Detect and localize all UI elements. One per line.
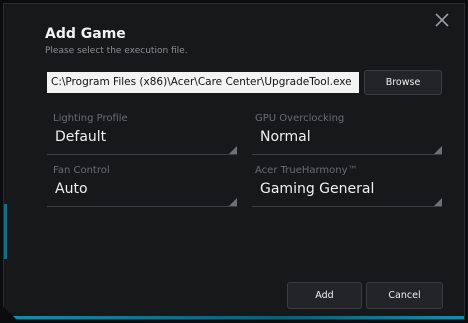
- lighting-profile-dropdown[interactable]: Default: [47, 127, 237, 155]
- gpu-overclocking-label: GPU Overclocking: [255, 113, 345, 124]
- accent-bottom-bar: [4, 316, 464, 319]
- fan-control-label: Fan Control: [53, 165, 110, 176]
- gpu-overclocking-value: Normal: [260, 129, 311, 145]
- add-button[interactable]: Add: [287, 282, 362, 309]
- execution-path-field[interactable]: [47, 72, 359, 93]
- fan-control-value: Auto: [55, 181, 88, 197]
- dialog-title: Add Game: [45, 26, 126, 42]
- gpu-overclocking-dropdown[interactable]: Normal: [252, 127, 442, 155]
- dropdown-corner-icon: [434, 146, 442, 154]
- true-harmony-label: Acer TrueHarmony™: [255, 165, 358, 176]
- dialog-subtitle: Please select the execution file.: [45, 46, 188, 56]
- accent-left-bar: [4, 204, 7, 259]
- true-harmony-value: Gaming General: [260, 181, 375, 197]
- browse-button[interactable]: Browse: [364, 70, 442, 95]
- lighting-profile-label: Lighting Profile: [53, 113, 128, 124]
- true-harmony-dropdown[interactable]: Gaming General: [252, 179, 442, 207]
- fan-control-dropdown[interactable]: Auto: [47, 179, 237, 207]
- cancel-button[interactable]: Cancel: [366, 282, 443, 309]
- add-game-dialog: Add Game Please select the execution fil…: [3, 3, 465, 320]
- close-icon[interactable]: [432, 10, 452, 30]
- dropdown-corner-icon: [434, 198, 442, 206]
- dropdown-corner-icon: [229, 146, 237, 154]
- dropdown-corner-icon: [229, 198, 237, 206]
- lighting-profile-value: Default: [55, 129, 107, 145]
